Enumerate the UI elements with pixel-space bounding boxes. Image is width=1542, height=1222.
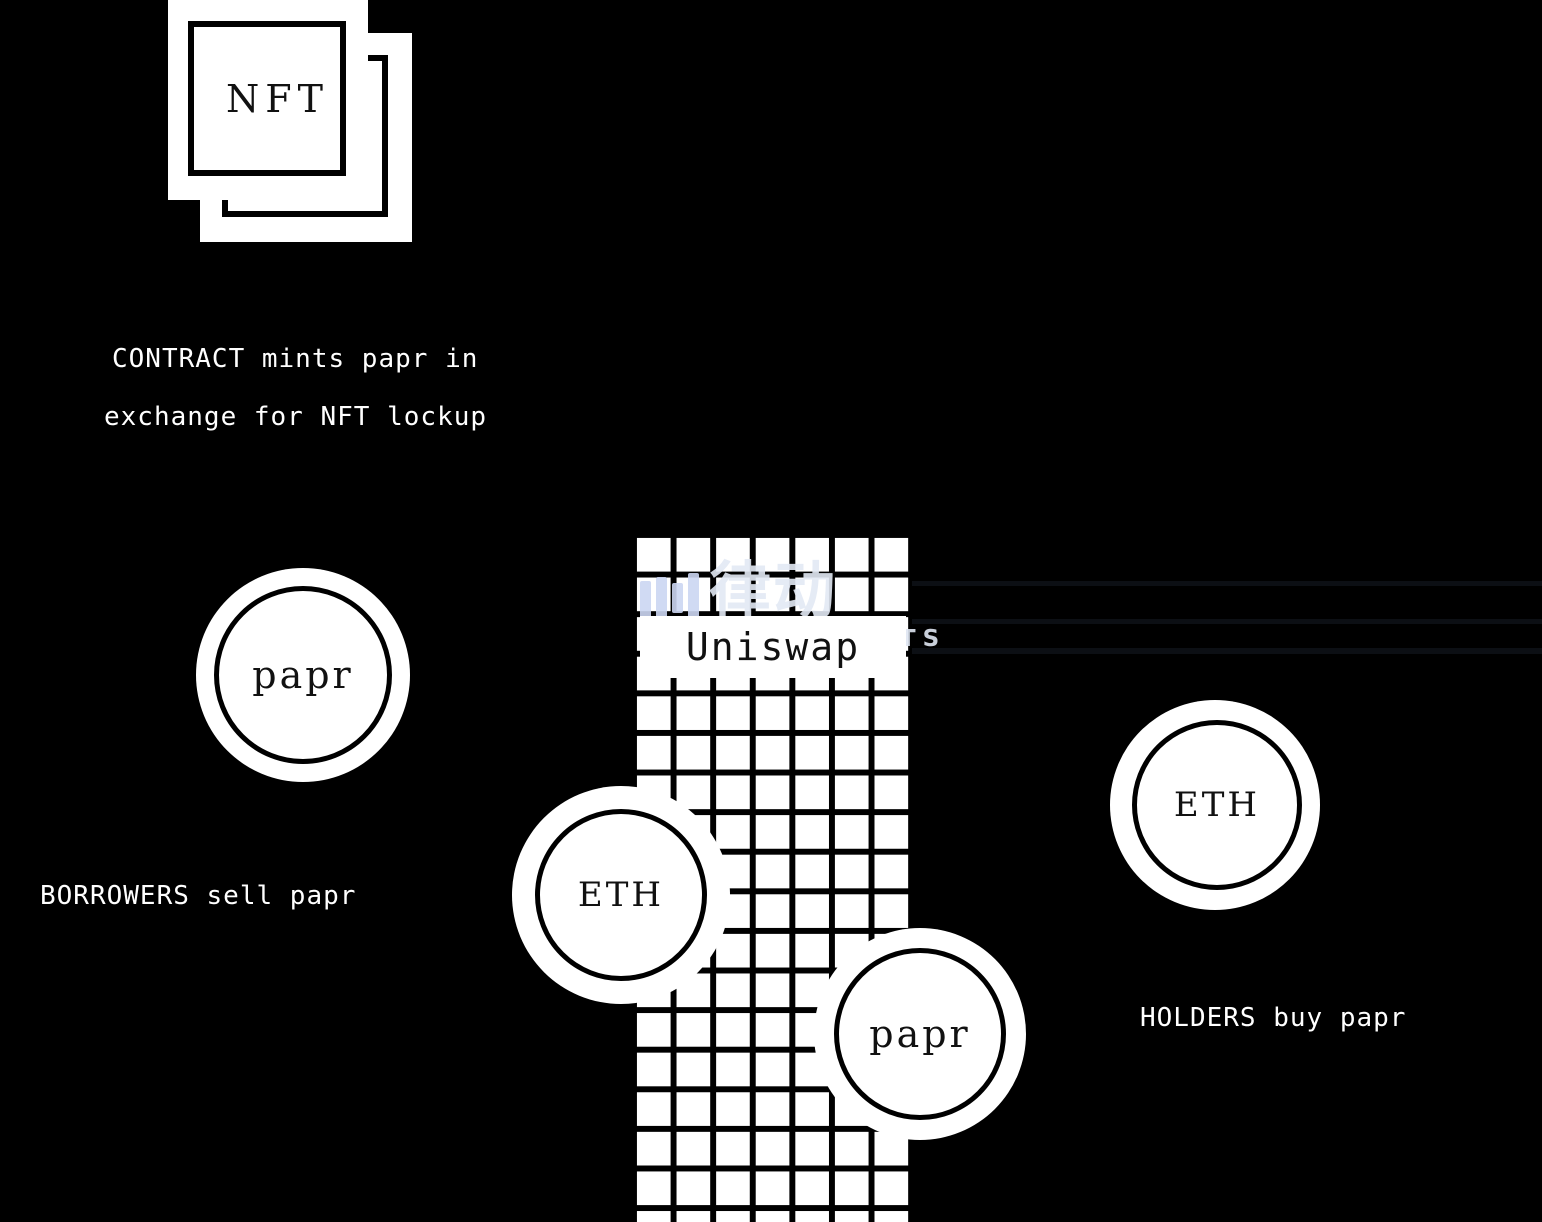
token-papr-pool-label: papr — [869, 1012, 971, 1056]
token-eth-right: ETH — [1110, 700, 1320, 910]
caption-holders: HOLDERS buy papr — [1140, 1003, 1407, 1033]
diagram-canvas: NFT CONTRACT mints papr in exchange for … — [0, 0, 1542, 1222]
nft-label: NFT — [226, 77, 329, 121]
caption-borrowers: BORROWERS sell papr — [40, 881, 357, 911]
token-eth-pool-label: ETH — [577, 875, 665, 915]
token-papr-left-label: papr — [252, 653, 354, 697]
uniswap-label-plate: Uniswap — [640, 616, 906, 678]
token-papr-pool-ring: papr — [834, 948, 1006, 1120]
token-eth-pool-ring: ETH — [535, 809, 707, 981]
token-eth-right-ring: ETH — [1132, 720, 1302, 890]
artifact-band-2 — [912, 619, 1542, 624]
token-eth-pool: ETH — [512, 786, 730, 1004]
token-papr-pool: papr — [814, 928, 1026, 1140]
artifact-band-1 — [912, 581, 1542, 586]
artifact-band-3 — [912, 648, 1542, 654]
caption-contract-line2: exchange for NFT lockup — [104, 402, 488, 432]
token-eth-right-label: ETH — [1173, 785, 1261, 825]
token-papr-left: papr — [196, 568, 410, 782]
token-papr-left-ring: papr — [214, 586, 392, 764]
uniswap-label: Uniswap — [685, 625, 861, 669]
caption-contract-line1: CONTRACT mints papr in — [112, 344, 479, 374]
